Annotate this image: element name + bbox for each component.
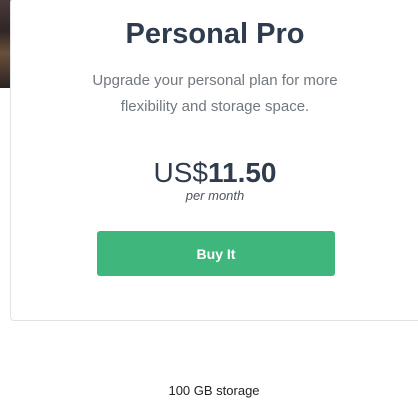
plan-price: US$11.50 — [11, 157, 418, 189]
price-period: per month — [185, 188, 245, 203]
plan-card: Personal Pro Upgrade your personal plan … — [10, 0, 418, 321]
plan-title: Personal Pro — [125, 18, 305, 50]
plan-description: Upgrade your personal plan for more flex… — [92, 72, 338, 115]
price-amount: 11.50 — [207, 157, 277, 188]
buy-button[interactable]: Buy It — [97, 231, 335, 276]
feature-storage: 100 GB storage — [168, 383, 260, 398]
price-currency: US$ — [153, 157, 208, 188]
pricing-page: Personal Pro Upgrade your personal plan … — [0, 0, 418, 408]
